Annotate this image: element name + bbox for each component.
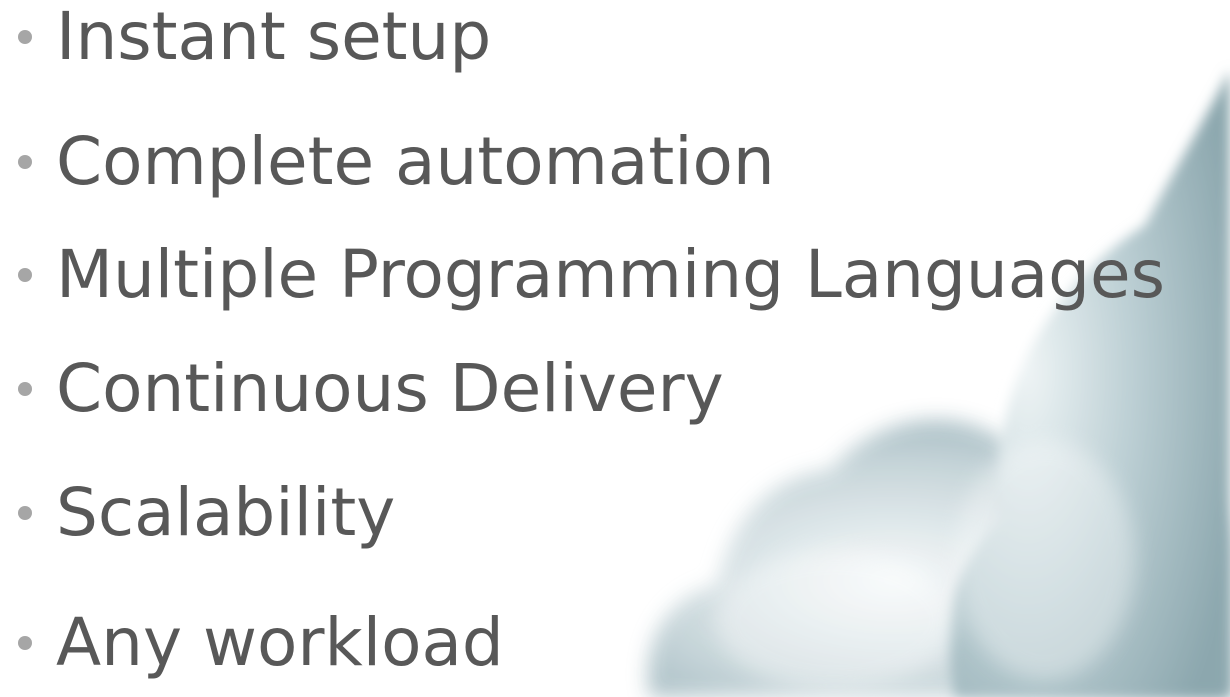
bullet-dot-icon: [18, 155, 32, 169]
bullet-text: Instant setup: [56, 0, 492, 75]
bullet-list: Instant setup Complete automation Multip…: [0, 0, 1230, 697]
bullet-text: Continuous Delivery: [56, 350, 724, 427]
bullet-text: Any workload: [56, 604, 504, 681]
bullet-item-scalability: Scalability: [10, 468, 395, 558]
bullet-dot-icon: [18, 506, 32, 520]
bullet-text: Multiple Programming Languages: [56, 236, 1166, 313]
bullet-item-instant-setup: Instant setup: [10, 0, 491, 82]
bullet-item-complete-automation: Complete automation: [10, 117, 775, 207]
bullet-item-multiple-programming-languages: Multiple Programming Languages: [10, 230, 1165, 320]
bullet-item-any-workload: Any workload: [10, 598, 504, 688]
bullet-text: Complete automation: [56, 123, 775, 200]
bullet-item-continuous-delivery: Continuous Delivery: [10, 344, 724, 434]
bullet-dot-icon: [18, 382, 32, 396]
bullet-dot-icon: [18, 30, 32, 44]
bullet-dot-icon: [18, 268, 32, 282]
bullet-text: Scalability: [56, 474, 396, 551]
bullet-dot-icon: [18, 636, 32, 650]
